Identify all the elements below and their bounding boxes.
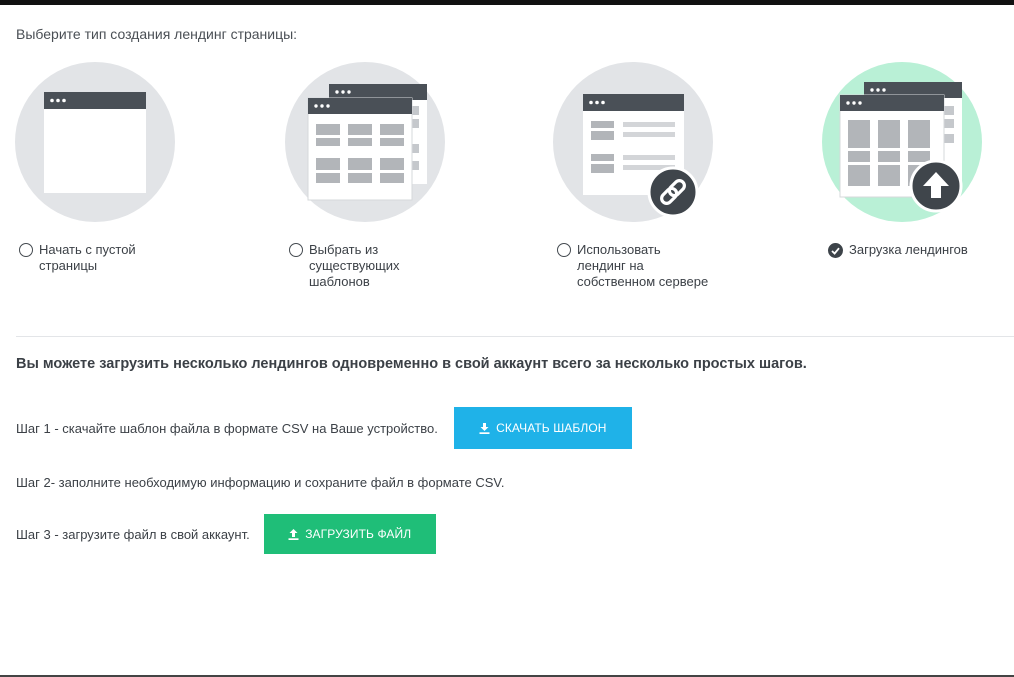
step-2: Шаг 2- заполните необходимую информацию … [16,472,505,492]
step-1-text: Шаг 1 - скачайте шаблон файла в формате … [16,420,438,436]
step-3-text: Шаг 3 - загрузите файл в свой аккаунт. [16,526,250,542]
radio-circle-icon[interactable] [557,243,571,257]
intro-text: Вы можете загрузить несколько лендингов … [16,356,807,372]
templates-illustration [285,62,445,222]
radio-own-server[interactable]: Использовать лендинг на собственном серв… [557,242,708,290]
page-heading: Выберите тип создания лендинг страницы: [16,26,298,42]
step-3: Шаг 3 - загрузите файл в свой аккаунт. З… [16,514,436,554]
blank-page-illustration [15,62,175,222]
step-1: Шаг 1 - скачайте шаблон файла в формате … [16,407,632,449]
own-server-illustration [553,62,713,222]
radio-circle-icon[interactable] [289,243,303,257]
radio-blank-page[interactable]: Начать с пустой страницы [19,242,136,274]
upload-icon [288,528,299,540]
window-top-border [0,0,1014,5]
step-2-text: Шаг 2- заполните необходимую информацию … [16,474,505,490]
radio-circle-icon[interactable] [19,243,33,257]
radio-templates[interactable]: Выбрать из существующих шаблонов [289,242,400,290]
check-circle-icon[interactable] [828,243,843,258]
radio-bulk-upload[interactable]: Загрузка лендингов [828,242,968,258]
download-icon [479,422,490,434]
bulk-upload-illustration [822,62,982,222]
download-template-button[interactable]: СКАЧАТЬ ШАБЛОН [453,407,632,449]
section-divider [16,336,1014,337]
upload-file-button[interactable]: ЗАГРУЗИТЬ ФАЙЛ [263,514,436,554]
